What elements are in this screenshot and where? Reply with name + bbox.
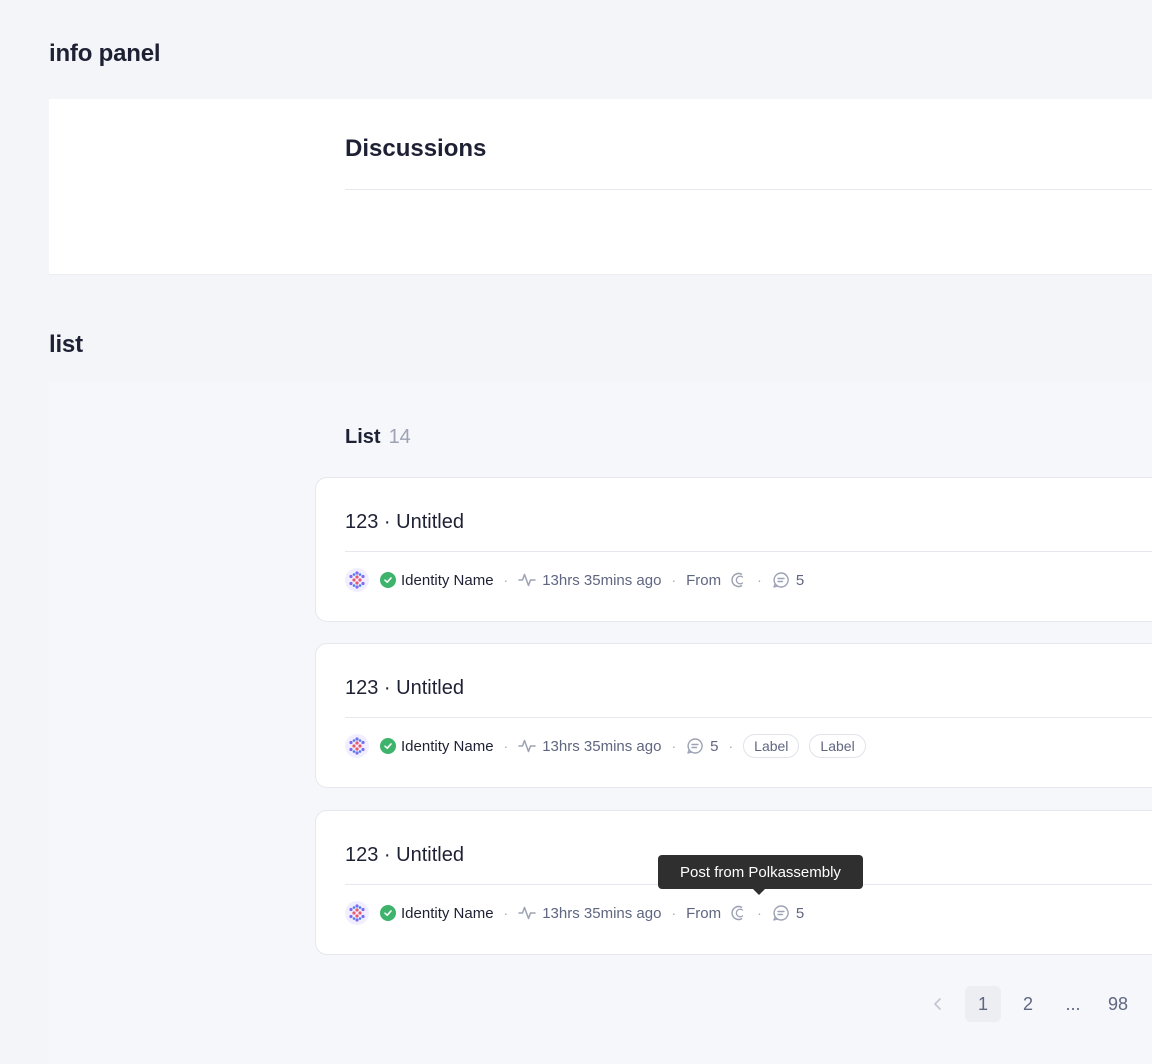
list-section-title: list	[49, 331, 83, 358]
polkassembly-tooltip: Post from Polkassembly	[658, 855, 863, 895]
comment-count: 5	[795, 571, 805, 589]
post-meta: Identity Name · 13hrs 35mins ago · 5 · L…	[345, 734, 876, 758]
comment-count: 5	[710, 737, 719, 755]
page-button-1[interactable]: 1	[965, 986, 1001, 1022]
polkassembly-icon[interactable]	[729, 904, 747, 922]
info-panel: Discussions	[49, 99, 1152, 275]
post-time: 13hrs 35mins ago	[542, 737, 662, 755]
list-item[interactable]: 123 · Untitled Identity Name · 13hrs 35m…	[315, 643, 1152, 788]
author-name[interactable]: Identity Name	[401, 738, 494, 755]
comment-count: 5	[795, 904, 805, 922]
post-label[interactable]: Label	[743, 734, 800, 758]
page-button-2[interactable]: 2	[1010, 986, 1046, 1022]
identicon-avatar[interactable]	[345, 734, 369, 758]
post-time: 13hrs 35mins ago	[542, 571, 662, 589]
list-item[interactable]: 123 · Untitled Identity Name · 13hrs 35m…	[315, 477, 1152, 622]
verified-icon	[380, 738, 396, 754]
info-panel-divider	[345, 189, 1152, 190]
separator-dot: ·	[671, 572, 677, 588]
identicon-avatar[interactable]	[345, 901, 369, 925]
post-time: 13hrs 35mins ago	[542, 904, 662, 922]
verified-icon	[380, 905, 396, 921]
author-name[interactable]: Identity Name	[401, 572, 494, 589]
comment-icon	[772, 571, 790, 589]
list-count: 14	[388, 426, 411, 448]
list-header: List 14	[345, 426, 411, 449]
chevron-left-icon[interactable]	[920, 986, 956, 1022]
from-label: From	[686, 904, 722, 922]
identicon-avatar[interactable]	[345, 568, 369, 592]
separator-dot: ·	[671, 738, 677, 754]
page-ellipsis[interactable]: ...	[1055, 986, 1091, 1022]
from-label: From	[686, 571, 722, 589]
post-meta: Identity Name · 13hrs 35mins ago · From …	[345, 901, 804, 925]
activity-icon	[518, 571, 536, 589]
info-panel-section-title: info panel	[49, 40, 161, 67]
pagination: 1 2 ... 98	[920, 986, 1145, 1022]
separator-dot: ·	[503, 572, 509, 588]
comment-icon	[686, 737, 704, 755]
polkassembly-icon[interactable]	[729, 571, 747, 589]
list-label: List	[345, 426, 381, 448]
comment-icon	[772, 904, 790, 922]
separator-dot: ·	[757, 572, 762, 588]
card-divider	[345, 551, 1152, 552]
separator-dot: ·	[503, 905, 509, 921]
post-meta: Identity Name · 13hrs 35mins ago · From …	[345, 568, 804, 592]
separator-dot: ·	[757, 905, 762, 921]
page-button-98[interactable]: 98	[1100, 986, 1136, 1022]
separator-dot: ·	[728, 738, 734, 754]
author-name[interactable]: Identity Name	[401, 905, 494, 922]
separator-dot: ·	[671, 905, 677, 921]
activity-icon	[518, 904, 536, 922]
post-title[interactable]: 123 · Untitled	[345, 844, 464, 867]
post-title[interactable]: 123 · Untitled	[345, 511, 464, 534]
post-title[interactable]: 123 · Untitled	[345, 677, 464, 700]
card-divider	[345, 717, 1152, 718]
separator-dot: ·	[503, 738, 509, 754]
activity-icon	[518, 737, 536, 755]
verified-icon	[380, 572, 396, 588]
post-label[interactable]: Label	[809, 734, 866, 758]
discussions-heading: Discussions	[345, 135, 487, 162]
